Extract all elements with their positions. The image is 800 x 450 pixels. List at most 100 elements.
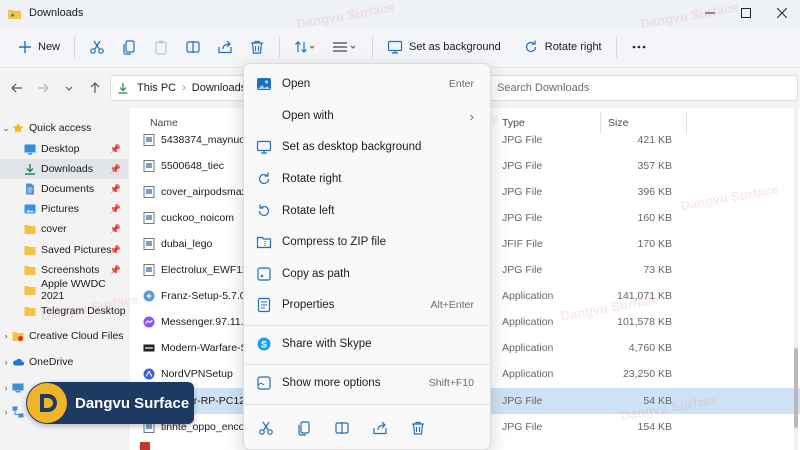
share-button[interactable] [209, 32, 241, 62]
file-name: cover_airpodsmax_fix [161, 186, 248, 198]
rotate-right-button[interactable]: Rotate right [515, 32, 610, 62]
new-button[interactable]: New [10, 32, 68, 62]
copy-button[interactable] [113, 32, 145, 62]
chevron-right-icon[interactable]: › [0, 357, 12, 367]
view-button[interactable] [324, 32, 366, 62]
menu-item-rotate-right[interactable]: Rotate right [248, 164, 486, 194]
sidebar-item-saved-pictures[interactable]: Saved Pictures 📌 [0, 240, 128, 260]
menu-item-open[interactable]: Open Enter [248, 69, 486, 99]
view-list-icon [333, 41, 356, 52]
sidebar-item-cover[interactable]: cover 📌 [0, 219, 128, 239]
close-button[interactable] [764, 0, 800, 26]
up-button[interactable] [82, 75, 108, 101]
sidebar-item-creative-cloud-files[interactable]: › Creative Cloud Files [0, 326, 128, 346]
sidebar-item-apple-wwdc-2021[interactable]: Apple WWDC 2021 [0, 278, 128, 302]
sidebar-item-desktop[interactable]: Desktop 📌 [0, 139, 128, 159]
sidebar-item-quick-access[interactable]: ⌄ Quick access [0, 118, 128, 138]
set-as-background-button[interactable]: Set as background [379, 32, 509, 62]
sort-button[interactable] [286, 32, 324, 62]
cut-button[interactable] [81, 32, 113, 62]
file-type: Application [502, 290, 554, 302]
computer-icon [12, 383, 24, 393]
menu-item-label: Properties [282, 299, 335, 311]
sidebar-item-documents[interactable]: Documents 📌 [0, 179, 128, 199]
menu-item-open-with[interactable]: Open with › [248, 101, 486, 131]
file-size: 160 KB [637, 212, 672, 224]
menu-item-compress-to-zip[interactable]: Compress to ZIP file [248, 227, 486, 257]
menu-item-label: Copy as path [282, 268, 350, 280]
file-type: JPG File [502, 421, 543, 433]
scrollbar-track[interactable] [794, 108, 798, 450]
chevron-right-icon[interactable]: › [0, 383, 12, 393]
sidebar-item-telegram-desktop[interactable]: Telegram Desktop [0, 301, 128, 321]
pin-icon[interactable]: 📌 [110, 164, 121, 175]
pin-icon[interactable]: 📌 [110, 184, 121, 195]
menu-item-shortcut: Alt+Enter [430, 299, 474, 311]
path-icon [257, 267, 271, 281]
delete-button[interactable] [408, 418, 428, 438]
menu-item-rotate-left[interactable]: Rotate left [248, 196, 486, 226]
menu-item-label: Show more options [282, 377, 381, 389]
sidebar-item-screenshots[interactable]: Screenshots 📌 [0, 260, 128, 280]
file-size: 357 KB [637, 160, 672, 172]
sidebar-item-pictures[interactable]: Pictures 📌 [0, 199, 128, 219]
menu-item-properties[interactable]: Properties Alt+Enter [248, 290, 486, 320]
pin-icon[interactable]: 📌 [110, 265, 121, 276]
new-label: New [38, 40, 61, 53]
brand-name: Dangvu Surface [75, 394, 190, 412]
menu-item-copy-as-path[interactable]: Copy as path [248, 259, 486, 289]
minimize-button[interactable] [692, 0, 728, 26]
sidebar-item-label: Pictures [41, 203, 79, 215]
paste-button[interactable] [145, 32, 177, 62]
chevron-right-icon: › [469, 108, 474, 124]
back-button[interactable] [4, 75, 30, 101]
sidebar-item-label: Apple WWDC 2021 [41, 278, 106, 302]
pin-icon[interactable]: 📌 [110, 224, 121, 235]
pin-icon[interactable]: 📌 [110, 204, 121, 215]
minimize-icon [705, 12, 715, 14]
file-type: Application [502, 368, 554, 380]
file-size: 170 KB [637, 238, 672, 250]
chevron-down-icon[interactable]: ⌄ [0, 123, 12, 134]
scrollbar-thumb[interactable] [794, 348, 798, 428]
chevron-right-icon[interactable]: › [0, 331, 12, 341]
sidebar-item-downloads[interactable]: Downloads 📌 [0, 159, 128, 179]
rotate-right-label: Rotate right [544, 40, 602, 53]
menu-item-show-more-options[interactable]: Show more options Shift+F10 [248, 368, 486, 398]
rename-button[interactable] [177, 32, 209, 62]
close-icon [777, 8, 787, 18]
desktop-folder-icon [24, 144, 36, 155]
copy-icon [298, 421, 310, 436]
partial-file-icon [140, 442, 150, 450]
sidebar-item-label: Downloads [41, 163, 93, 175]
menu-item-set-as-desktop-background[interactable]: Set as desktop background [248, 132, 486, 162]
sidebar-item-onedrive[interactable]: › OneDrive [0, 352, 128, 372]
menu-item-share-with-skype[interactable]: S Share with Skype [248, 329, 486, 359]
chevron-down-icon [65, 86, 73, 91]
rename-button[interactable] [332, 418, 352, 438]
file-size: 101,578 KB [617, 316, 672, 328]
maximize-button[interactable] [728, 0, 764, 26]
file-type: JPG File [502, 395, 543, 407]
forward-button[interactable] [30, 75, 56, 101]
breadcrumb-downloads[interactable]: Downloads [192, 82, 246, 94]
share-icon [218, 40, 232, 53]
cut-button[interactable] [256, 418, 276, 438]
chevron-right-icon[interactable]: › [0, 407, 12, 417]
pin-icon[interactable]: 📌 [110, 245, 121, 256]
folder-icon [24, 266, 36, 275]
recent-locations-button[interactable] [56, 75, 82, 101]
search-input[interactable]: Search Downloads [488, 75, 798, 101]
share-button[interactable] [370, 418, 390, 438]
breadcrumb-this-pc[interactable]: This PC [137, 82, 176, 94]
file-size: 396 KB [637, 186, 672, 198]
pin-icon[interactable]: 📌 [110, 144, 121, 155]
delete-button[interactable] [241, 32, 273, 62]
copy-button[interactable] [294, 418, 314, 438]
file-type: JPG File [502, 186, 543, 198]
breadcrumb[interactable]: This PC › Downloads [110, 75, 250, 101]
download-icon [118, 83, 128, 94]
see-more-button[interactable] [623, 32, 655, 62]
toolbar-divider [372, 35, 374, 58]
trash-icon [251, 40, 264, 54]
